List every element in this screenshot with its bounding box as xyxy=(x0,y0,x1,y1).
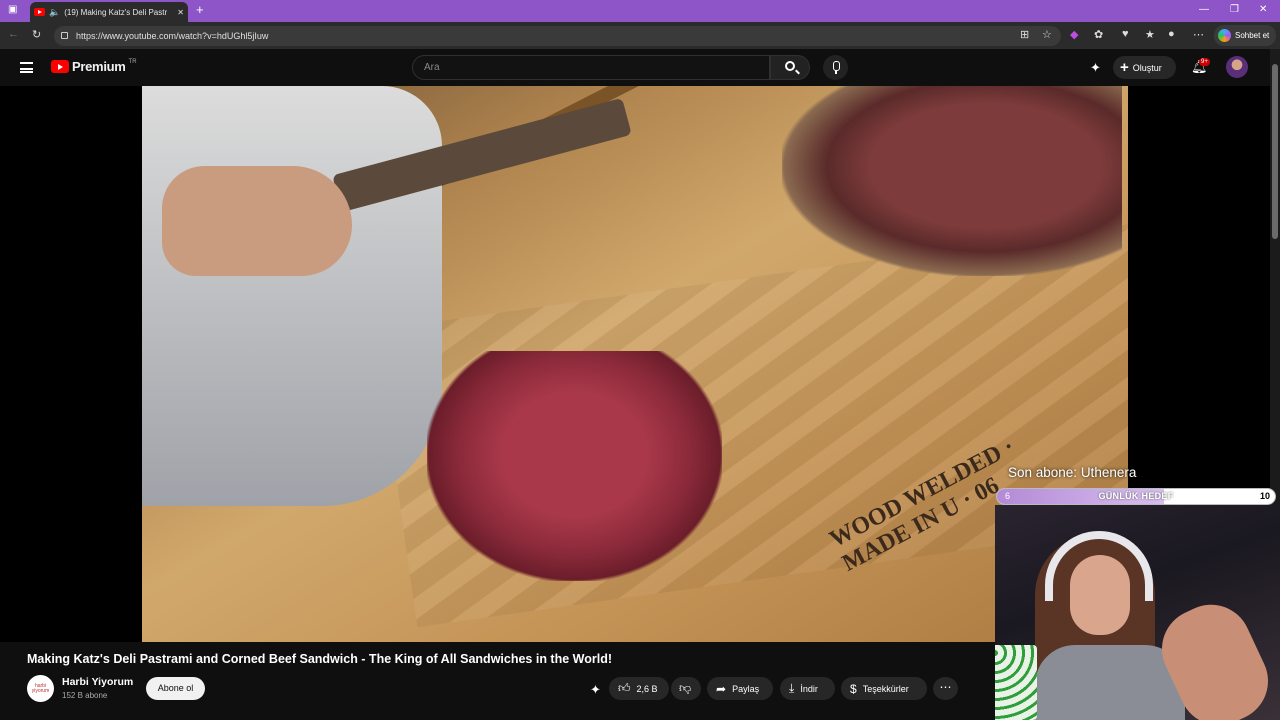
close-window-icon[interactable]: ✕ xyxy=(1259,4,1267,15)
profile-icon[interactable]: ● xyxy=(1168,28,1175,40)
create-label: Oluştur xyxy=(1132,62,1162,73)
like-count: 2,6 B xyxy=(636,683,658,694)
channel-avatar[interactable]: harbi yiyorum xyxy=(27,675,54,702)
download-icon: ⤓ xyxy=(789,681,795,695)
chat-label: Sohbet et xyxy=(1235,31,1270,40)
url-text: https://www.youtube.com/watch?v=hdUGhl5j… xyxy=(76,31,269,41)
headset-icon xyxy=(1045,531,1153,601)
lock-icon xyxy=(61,32,68,39)
thanks-button[interactable]: $ Teşekkürler xyxy=(841,677,927,700)
logo-text: Premium xyxy=(72,59,126,74)
create-button[interactable]: + Oluştur xyxy=(1113,56,1176,79)
menu-icon[interactable] xyxy=(20,62,33,73)
dislike-button[interactable]: 👎︎ xyxy=(671,677,701,700)
thanks-icon: $ xyxy=(850,681,857,696)
video-title: Making Katz's Deli Pastrami and Corned B… xyxy=(27,652,612,666)
more-actions-button[interactable]: ⋯ xyxy=(933,677,958,700)
favorite-star-icon[interactable]: ☆ xyxy=(1042,28,1052,41)
copilot-icon xyxy=(1218,29,1231,42)
channel-name[interactable]: Harbi Yiyorum xyxy=(62,676,133,688)
youtube-header: Premium TR Ara ✦ + Oluştur 🔔︎ 9+ xyxy=(0,49,1280,86)
youtube-logo[interactable]: Premium TR xyxy=(51,59,137,74)
share-label: Paylaş xyxy=(732,683,760,694)
plus-icon: + xyxy=(1120,59,1129,76)
notifications-badge: 9+ xyxy=(1199,58,1210,66)
download-label: İndir xyxy=(800,683,818,694)
browser-essentials-icon[interactable]: ♥ xyxy=(1122,28,1129,40)
minimize-icon[interactable]: — xyxy=(1199,4,1209,15)
app-available-icon[interactable]: ⊞ xyxy=(1020,28,1029,41)
voice-search-button[interactable] xyxy=(823,55,848,80)
tab-title: (19) Making Katz's Deli Pastr xyxy=(64,7,168,17)
download-button[interactable]: ⤓ İndir xyxy=(780,677,835,700)
copilot-chat-button[interactable]: Sohbet et xyxy=(1214,25,1276,46)
close-tab-icon[interactable]: ✕ xyxy=(177,8,184,17)
goal-target: 10 xyxy=(1259,491,1270,501)
browser-tab[interactable]: 🔈 (19) Making Katz's Deli Pastr ✕ xyxy=(30,2,188,22)
settings-more-icon[interactable]: ⋯ xyxy=(1193,28,1204,41)
last-subscriber-label: Son abone: Uthenera xyxy=(1008,465,1137,480)
thumbs-up-icon: 👍︎ xyxy=(618,681,631,695)
search-icon xyxy=(785,61,795,71)
ai-summary-icon[interactable]: ✦ xyxy=(590,682,601,698)
goal-label: GÜNLÜK HEDEF xyxy=(1098,491,1174,501)
extensions-puzzle-icon[interactable]: ✿ xyxy=(1094,28,1103,41)
premium-bolt-icon[interactable]: ✦ xyxy=(1090,60,1101,76)
browser-tab-bar: ▣ 🔈 (19) Making Katz's Deli Pastr ✕ + — … xyxy=(0,0,1280,22)
address-bar-row: ← ↻ https://www.youtube.com/watch?v=hdUG… xyxy=(0,22,1280,49)
like-button[interactable]: 👍︎ 2,6 B xyxy=(609,677,669,700)
scrollbar-thumb[interactable] xyxy=(1272,64,1278,239)
logo-region: TR xyxy=(128,58,137,65)
account-avatar[interactable] xyxy=(1226,56,1248,78)
streamer-webcam xyxy=(995,505,1280,720)
share-icon: ➦ xyxy=(716,681,727,696)
window-menu-icon[interactable]: ▣ xyxy=(8,4,17,15)
refresh-icon[interactable]: ↻ xyxy=(32,28,41,41)
search-input[interactable]: Ara xyxy=(412,55,770,80)
subscribe-button[interactable]: Abone ol xyxy=(146,677,205,700)
subscriber-count: 152 B abone xyxy=(62,691,108,700)
thanks-label: Teşekkürler xyxy=(862,683,909,694)
thumbs-down-icon: 👎︎ xyxy=(679,681,692,695)
restore-icon[interactable]: ❐ xyxy=(1230,4,1239,15)
share-button[interactable]: ➦ Paylaş xyxy=(707,677,773,700)
back-icon[interactable]: ← xyxy=(8,28,19,40)
new-tab-icon[interactable]: + xyxy=(196,2,204,17)
search-button[interactable] xyxy=(770,55,810,80)
youtube-favicon-icon xyxy=(34,8,45,16)
extension-icon[interactable]: ◆ xyxy=(1070,28,1078,41)
favorites-icon[interactable]: ★ xyxy=(1145,28,1155,41)
speaker-icon[interactable]: 🔈 xyxy=(49,7,60,18)
video-frame: WOOD WELDED · MADE IN U · 06 xyxy=(142,86,1128,642)
daily-goal-bar: 6 GÜNLÜK HEDEF 10 xyxy=(996,488,1276,505)
url-field[interactable]: https://www.youtube.com/watch?v=hdUGhl5j… xyxy=(54,26,1061,46)
cup-icon xyxy=(995,645,1037,720)
youtube-play-icon xyxy=(51,60,69,73)
